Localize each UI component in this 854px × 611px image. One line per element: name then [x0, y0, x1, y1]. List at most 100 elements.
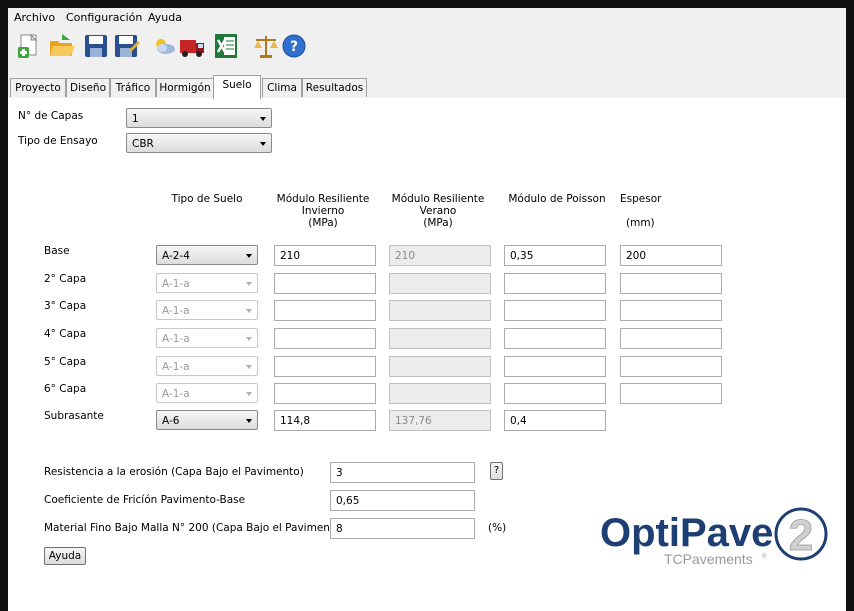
winter-modulus-field-base[interactable]: 210: [274, 245, 376, 266]
summer-modulus-field-layer-4: [389, 328, 491, 349]
row-label-layer-2: 2° Capa: [44, 273, 87, 285]
row-label-subgrade: Subrasante: [44, 410, 104, 422]
thickness-field-layer-5[interactable]: [620, 356, 722, 377]
suelo-panel: N° de Capas 1 Tipo de Ensayo CBR Tipo de…: [8, 98, 846, 611]
save-as-icon[interactable]: [112, 32, 140, 60]
test-type-select[interactable]: CBR: [126, 133, 272, 153]
logo-text: OptiPave: [600, 511, 773, 555]
col-modulus-winter-line3: (MPa): [308, 217, 338, 229]
tab-clima[interactable]: Clima: [262, 78, 302, 97]
poisson-field-layer-3[interactable]: [504, 300, 606, 321]
col-thickness: Espesor (mm): [612, 193, 672, 229]
row-label-base: Base: [44, 245, 70, 257]
new-icon[interactable]: [16, 32, 44, 60]
row-label-layer-4: 4° Capa: [44, 328, 87, 340]
menu-configuracion[interactable]: Configuración: [66, 11, 142, 24]
friction-field[interactable]: 0,65: [330, 490, 475, 511]
help-icon[interactable]: ?: [280, 32, 308, 60]
tab-proyecto[interactable]: Proyecto: [10, 78, 66, 97]
field-value: 8: [336, 523, 343, 535]
thickness-field-layer-3[interactable]: [620, 300, 722, 321]
summer-modulus-field-layer-5: [389, 356, 491, 377]
soil-select-layer-5: A-1-a: [156, 356, 258, 376]
tab-diseno[interactable]: Diseño: [66, 78, 110, 97]
winter-modulus-field-layer-4[interactable]: [274, 328, 376, 349]
winter-modulus-field-layer-5[interactable]: [274, 356, 376, 377]
thickness-field-layer-2[interactable]: [620, 273, 722, 294]
winter-modulus-field-layer-2[interactable]: [274, 273, 376, 294]
erosion-field[interactable]: 3: [330, 462, 475, 483]
poisson-field-layer-6[interactable]: [504, 383, 606, 404]
chevron-down-icon: [246, 365, 252, 369]
col-soil-type: Tipo de Suelo: [156, 193, 258, 205]
chevron-down-icon: [260, 142, 266, 146]
thickness-field-layer-4[interactable]: [620, 328, 722, 349]
soil-select-base[interactable]: A-2-4: [156, 245, 258, 265]
tab-hormigon[interactable]: Hormigón: [156, 78, 214, 97]
winter-modulus-field-subgrade[interactable]: 114,8: [274, 410, 376, 431]
window-frame-left: [0, 0, 8, 611]
poisson-field-subgrade[interactable]: 0,4: [504, 410, 606, 431]
soil-value: A-1-a: [162, 305, 190, 317]
poisson-field-base[interactable]: 0,35: [504, 245, 606, 266]
chevron-down-icon: [246, 309, 252, 313]
summer-modulus-field-layer-6: [389, 383, 491, 404]
col-modulus-winter-line2: Invierno: [301, 205, 345, 217]
tab-resultados[interactable]: Resultados: [302, 78, 367, 97]
poisson-field-layer-2[interactable]: [504, 273, 606, 294]
fines-field[interactable]: 8: [330, 518, 475, 539]
winter-modulus-field-layer-3[interactable]: [274, 300, 376, 321]
truck-icon[interactable]: [178, 32, 206, 60]
soil-select-layer-4: A-1-a: [156, 328, 258, 348]
tab-suelo[interactable]: Suelo: [213, 75, 261, 99]
optipave-logo: OptiPave 2 TCPavements ®: [598, 502, 838, 572]
chevron-down-icon: [246, 337, 252, 341]
erosion-label: Resistencia a la erosión (Capa Bajo el P…: [44, 466, 304, 478]
soil-value: A-1-a: [162, 388, 190, 400]
chevron-down-icon: [246, 282, 252, 286]
col-modulus-winter: Módulo Resiliente Invierno (MPa): [268, 193, 378, 229]
fines-unit: (%): [488, 522, 507, 534]
poisson-field-layer-5[interactable]: [504, 356, 606, 377]
test-type-label: Tipo de Ensayo: [18, 135, 98, 147]
menu-ayuda[interactable]: Ayuda: [148, 11, 182, 24]
layers-count-select[interactable]: 1: [126, 108, 272, 128]
col-modulus-summer-line1: Módulo Resiliente: [391, 193, 485, 205]
excel-icon[interactable]: [212, 32, 240, 60]
fines-label: Material Fino Bajo Malla N° 200 (Capa Ba…: [44, 522, 345, 534]
winter-modulus-field-layer-6[interactable]: [274, 383, 376, 404]
open-folder-icon[interactable]: [48, 32, 76, 60]
thickness-field-base[interactable]: 200: [620, 245, 722, 266]
col-soil-type-text: Tipo de Suelo: [171, 193, 243, 205]
logo-number: 2: [789, 511, 813, 560]
col-thickness-line1: Espesor: [620, 193, 662, 205]
friction-label: Coeficiente de Fricíón Pavimento-Base: [44, 494, 246, 506]
window-frame-right: [846, 8, 854, 611]
toolbar: ?: [8, 28, 846, 74]
soil-select-layer-3: A-1-a: [156, 300, 258, 320]
summer-modulus-field-layer-3: [389, 300, 491, 321]
col-modulus-summer-line3: (MPa): [423, 217, 453, 229]
scales-icon[interactable]: [252, 32, 280, 60]
field-value: 114,8: [280, 415, 311, 427]
test-type-value: CBR: [132, 138, 154, 150]
summer-modulus-field-layer-2: [389, 273, 491, 294]
save-icon[interactable]: [82, 32, 110, 60]
field-value: 3: [336, 467, 343, 479]
col-modulus-summer: Módulo Resiliente Verano (MPa): [386, 193, 490, 229]
row-label-layer-6: 6° Capa: [44, 383, 87, 395]
help-button[interactable]: Ayuda: [44, 547, 86, 565]
menu-archivo[interactable]: Archivo: [14, 11, 55, 24]
soil-select-subgrade[interactable]: A-6: [156, 410, 258, 430]
erosion-help-button[interactable]: ?: [490, 462, 503, 480]
app-window: Archivo Configuración Ayuda ? Proyecto D…: [8, 8, 846, 611]
thickness-field-layer-6[interactable]: [620, 383, 722, 404]
svg-text:?: ?: [290, 39, 298, 55]
tab-trafico[interactable]: Tráfico: [110, 78, 156, 97]
poisson-field-layer-4[interactable]: [504, 328, 606, 349]
field-value: 0,4: [510, 415, 527, 427]
weather-icon[interactable]: [150, 32, 178, 60]
soil-select-layer-2: A-1-a: [156, 273, 258, 293]
optipave-logo-graphic: OptiPave 2 TCPavements ®: [600, 507, 828, 567]
chevron-down-icon: [246, 254, 252, 258]
